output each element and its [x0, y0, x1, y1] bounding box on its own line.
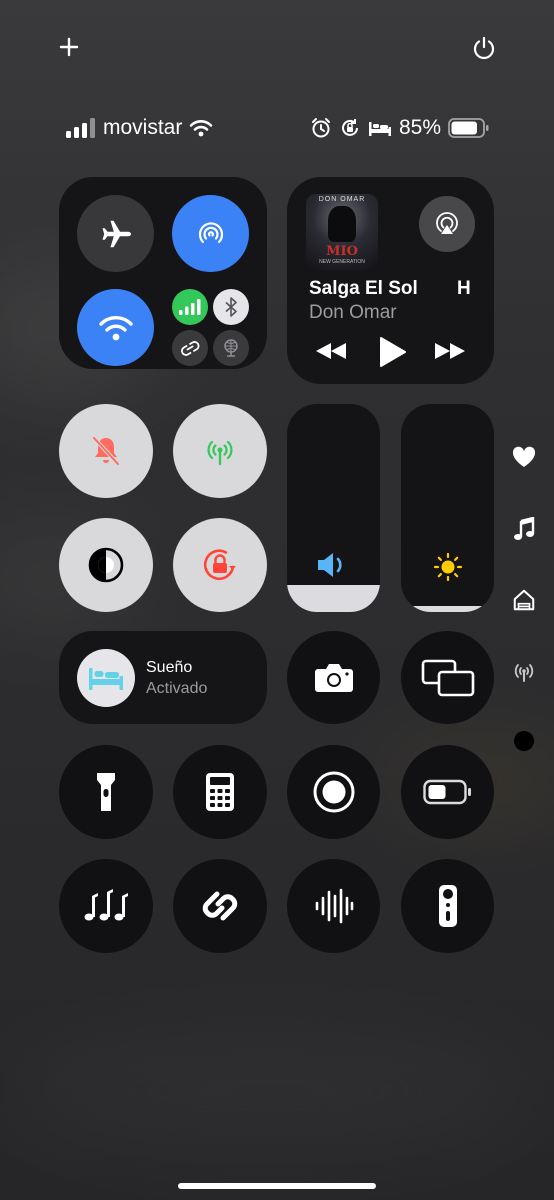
wifi-button[interactable] [77, 289, 154, 366]
tv-remote-icon [438, 885, 457, 927]
album-art-artist: DON OMAR [318, 196, 366, 203]
shazam-icon [202, 891, 238, 921]
airplane-mode-button[interactable] [77, 195, 154, 272]
power-icon[interactable] [470, 34, 498, 62]
flashlight-icon [97, 773, 115, 811]
home-indicator[interactable] [178, 1183, 376, 1189]
next-song-title: H [457, 278, 471, 299]
rewind-icon [316, 343, 346, 359]
dot-icon[interactable] [512, 729, 536, 753]
fast-forward-icon [435, 343, 465, 359]
sun-icon [433, 552, 463, 587]
status-bar-right: 85% [310, 114, 490, 142]
sleep-focus-title: Sueño [146, 659, 193, 676]
home-icon[interactable] [512, 588, 536, 612]
apple-tv-remote-button[interactable] [401, 859, 494, 953]
artist-name: Don Omar [309, 302, 397, 323]
screen-record-button[interactable] [287, 745, 380, 839]
rewind-button[interactable] [312, 338, 350, 364]
dark-mode-button[interactable] [59, 518, 153, 612]
music-recognition-button[interactable] [59, 859, 153, 953]
shazam-button[interactable] [173, 859, 267, 953]
sleep-bed-status-icon [369, 122, 391, 136]
antenna-side-icon[interactable] [512, 660, 536, 684]
flashlight-button[interactable] [59, 745, 153, 839]
screen-mirror-icon [421, 659, 474, 696]
orientation-lock-button[interactable] [173, 518, 267, 612]
album-art-subtitle: NEW GENERATION [319, 259, 365, 265]
calculator-icon [206, 773, 234, 811]
bluetooth-button[interactable] [213, 289, 249, 325]
sleep-icon-circle [77, 649, 135, 707]
cellular-icon [179, 299, 201, 315]
vpn-globe-icon [224, 339, 238, 357]
album-art-figure [328, 206, 356, 242]
play-button[interactable] [374, 334, 410, 370]
low-power-icon [422, 779, 471, 805]
song-title: Salga El Sol [309, 278, 418, 299]
airplane-icon [102, 220, 131, 247]
vpn-button[interactable] [213, 330, 249, 366]
fast-forward-button[interactable] [431, 338, 469, 364]
brightness-slider[interactable] [401, 404, 494, 612]
brightness-slider-fill [401, 605, 494, 612]
volume-slider[interactable] [287, 404, 380, 612]
battery-percent: 85% [399, 116, 442, 139]
volume-slider-fill [287, 584, 380, 612]
cellular-antenna-button[interactable] [173, 404, 267, 498]
background-blur [0, 1020, 540, 1160]
rotation-lock-status-icon [342, 119, 358, 136]
silent-mode-button[interactable] [59, 404, 153, 498]
music-recognition-icon [84, 889, 128, 921]
carrier-name: movistar [103, 116, 183, 139]
airplay-button[interactable] [419, 196, 475, 252]
bell-slash-icon [92, 436, 120, 466]
sound-recognition-button[interactable] [287, 859, 380, 953]
record-icon [313, 771, 354, 813]
status-bar-left: movistar [66, 114, 213, 142]
battery-icon [448, 118, 489, 138]
play-icon [380, 337, 406, 367]
airdrop-icon [198, 221, 223, 243]
album-art-logo: MIO [326, 244, 358, 259]
camera-button[interactable] [287, 631, 380, 724]
bluetooth-icon [225, 297, 237, 317]
heart-icon[interactable] [512, 445, 536, 469]
plus-icon[interactable] [56, 34, 82, 60]
music-note-icon[interactable] [512, 517, 536, 541]
calculator-button[interactable] [173, 745, 267, 839]
battery-fill [451, 121, 478, 135]
rotation-lock-icon [203, 549, 236, 580]
airplay-icon [436, 212, 458, 234]
wifi-icon [98, 315, 133, 340]
album-art[interactable]: DON OMAR MIO NEW GENERATION [306, 194, 378, 270]
sleep-focus-status: Activado [146, 680, 208, 697]
antenna-icon [207, 440, 233, 466]
bed-icon [89, 668, 123, 690]
wifi-status-icon [190, 120, 213, 137]
dark-mode-icon [88, 547, 124, 583]
speaker-icon [315, 550, 351, 585]
camera-icon [314, 663, 353, 692]
low-power-mode-button[interactable] [401, 745, 494, 839]
signal-bars-icon [66, 118, 95, 138]
cellular-data-button[interactable] [172, 289, 208, 325]
screen-mirroring-button[interactable] [401, 631, 494, 724]
alarm-icon [312, 118, 330, 138]
personal-hotspot-button[interactable] [172, 330, 208, 366]
hotspot-link-icon [181, 341, 200, 356]
sound-wave-icon [315, 888, 353, 924]
airdrop-button[interactable] [172, 195, 249, 272]
